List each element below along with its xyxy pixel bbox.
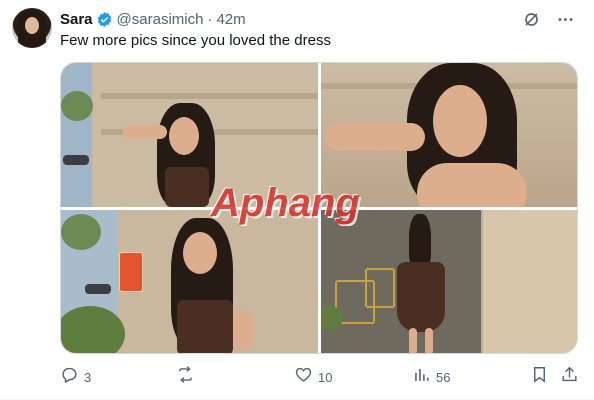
- photo-1[interactable]: [61, 63, 318, 207]
- like-button[interactable]: 10: [294, 366, 332, 388]
- media-grid: Aphang: [60, 62, 578, 354]
- views-icon: [412, 365, 431, 389]
- author-handle[interactable]: @sarasimich: [117, 11, 204, 28]
- photo-4-leg: [409, 328, 417, 353]
- photo-4-chair-2: [365, 268, 395, 308]
- reply-count: 3: [84, 369, 92, 385]
- photo-3-face: [183, 232, 217, 274]
- photo-3-tree: [61, 214, 101, 250]
- bookmark-icon: [530, 365, 549, 389]
- views-count: 56: [436, 369, 451, 385]
- reply-button[interactable]: 3: [60, 366, 91, 388]
- heart-icon: [294, 365, 313, 389]
- photo-3-drink: [119, 252, 143, 292]
- photo-4-dress: [397, 262, 445, 332]
- photo-1-dress: [165, 167, 209, 207]
- tweet-top-actions: [520, 8, 576, 30]
- tweet-text: Few more pics since you loved the dress: [60, 32, 331, 49]
- bookmark-button[interactable]: [530, 366, 549, 388]
- repost-icon: [176, 365, 195, 389]
- tweet: Sara @sarasimich · 42m Few more pics sin…: [0, 0, 594, 400]
- share-button[interactable]: [560, 366, 579, 388]
- tweet-actions: 3 10 56: [60, 366, 580, 388]
- photo-3-hand: [233, 310, 253, 350]
- photo-1-arm: [123, 125, 167, 139]
- repost-button[interactable]: [176, 366, 200, 388]
- photo-1-face: [169, 117, 199, 155]
- author-name[interactable]: Sara: [60, 11, 93, 28]
- reply-icon: [60, 365, 79, 389]
- photo-2[interactable]: [321, 63, 577, 207]
- photo-1-tree: [61, 91, 93, 121]
- verified-badge-icon: [96, 11, 113, 28]
- tweet-header: Sara @sarasimich · 42m: [60, 9, 246, 29]
- share-icon: [560, 365, 579, 389]
- avatar-face: [25, 17, 39, 34]
- photo-4[interactable]: [321, 210, 577, 353]
- photo-3-car: [85, 284, 111, 294]
- photo-4-pillar: [481, 210, 577, 353]
- more-icon[interactable]: [554, 8, 576, 30]
- grok-icon[interactable]: [520, 8, 542, 30]
- photo-3[interactable]: [61, 210, 318, 353]
- views-button[interactable]: 56: [412, 366, 450, 388]
- photo-4-plant: [321, 306, 343, 330]
- photo-3-plant: [61, 306, 125, 353]
- header-separator: ·: [207, 10, 213, 28]
- photo-2-face: [433, 85, 487, 157]
- photo-1-wall-band: [101, 93, 318, 99]
- photo-4-leg-2: [425, 328, 433, 353]
- photo-1-car: [63, 155, 89, 165]
- like-count: 10: [318, 369, 333, 385]
- photo-3-dress: [177, 300, 233, 353]
- tweet-timestamp[interactable]: 42m: [216, 11, 245, 28]
- avatar[interactable]: [12, 8, 52, 48]
- photo-2-arm: [325, 123, 425, 151]
- photo-2-shoulders: [417, 163, 527, 207]
